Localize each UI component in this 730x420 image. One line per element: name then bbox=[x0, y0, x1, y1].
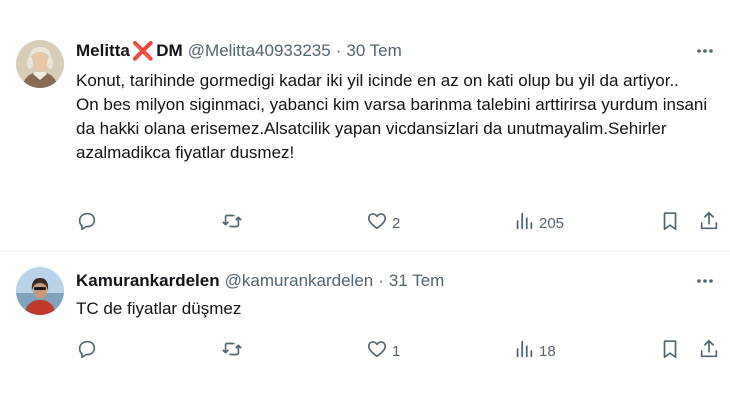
heart-icon bbox=[366, 210, 388, 236]
retweet-icon bbox=[221, 210, 243, 236]
tweet-date[interactable]: 31 Tem bbox=[389, 271, 444, 291]
tweet[interactable]: Melitta ❌ DM @Melitta40933235 · 30 Tem K… bbox=[0, 0, 730, 252]
action-bar: 1 18 bbox=[76, 339, 724, 363]
user-handle[interactable]: @kamurankardelen bbox=[225, 271, 374, 291]
separator-dot: · bbox=[335, 41, 342, 60]
tweet-text-line: On bes milyon siginmaci, yabanci kim var… bbox=[76, 95, 708, 162]
more-icon[interactable] bbox=[694, 40, 716, 62]
reply-icon bbox=[76, 338, 98, 364]
avatar[interactable] bbox=[16, 40, 64, 88]
view-count: 18 bbox=[539, 342, 556, 360]
share-icon bbox=[698, 210, 720, 236]
tweet-text: TC de fiyatlar düşmez bbox=[76, 297, 716, 321]
view-count: 205 bbox=[539, 214, 565, 232]
like-count: 1 bbox=[392, 342, 401, 360]
display-name-suffix[interactable]: DM bbox=[156, 41, 182, 61]
display-name[interactable]: Melitta bbox=[76, 41, 130, 61]
retweet-button[interactable] bbox=[221, 339, 247, 363]
views-button[interactable]: 205 bbox=[513, 211, 564, 235]
tweet-text-line: TC de fiyatlar düşmez bbox=[76, 299, 242, 318]
reply-icon bbox=[76, 210, 98, 236]
tweet-date[interactable]: 30 Tem bbox=[346, 41, 401, 61]
views-button[interactable]: 18 bbox=[513, 339, 556, 363]
tweet[interactable]: Kamurankardelen @kamurankardelen · 31 Te… bbox=[0, 253, 730, 420]
like-count: 2 bbox=[392, 214, 401, 232]
bookmark-icon bbox=[659, 338, 681, 364]
like-button[interactable]: 2 bbox=[366, 211, 400, 235]
tweet-header: Kamurankardelen @kamurankardelen · 31 Te… bbox=[76, 270, 444, 292]
heart-icon bbox=[366, 338, 388, 364]
tweet-header: Melitta ❌ DM @Melitta40933235 · 30 Tem bbox=[76, 40, 402, 62]
like-button[interactable]: 1 bbox=[366, 339, 400, 363]
reply-button[interactable] bbox=[76, 211, 102, 235]
bookmark-icon bbox=[659, 210, 681, 236]
reply-button[interactable] bbox=[76, 339, 102, 363]
avatar[interactable] bbox=[16, 267, 64, 315]
views-icon bbox=[513, 338, 535, 364]
share-button[interactable] bbox=[698, 339, 720, 363]
retweet-icon bbox=[221, 338, 243, 364]
tweet-text: Konut, tarihinde gormedigi kadar iki yil… bbox=[76, 69, 716, 165]
share-button[interactable] bbox=[698, 211, 720, 235]
separator-dot: · bbox=[378, 271, 384, 290]
tweet-text-line: Konut, tarihinde gormedigi kadar iki yil… bbox=[76, 71, 679, 90]
share-icon bbox=[698, 338, 720, 364]
cross-mark-emoji: ❌ bbox=[131, 40, 155, 61]
retweet-button[interactable] bbox=[221, 211, 247, 235]
views-icon bbox=[513, 210, 535, 236]
bookmark-button[interactable] bbox=[659, 339, 681, 363]
display-name[interactable]: Kamurankardelen bbox=[76, 271, 220, 291]
user-handle[interactable]: @Melitta40933235 bbox=[188, 41, 331, 61]
more-icon[interactable] bbox=[694, 270, 716, 292]
action-bar: 2 205 bbox=[76, 211, 724, 235]
bookmark-button[interactable] bbox=[659, 211, 681, 235]
